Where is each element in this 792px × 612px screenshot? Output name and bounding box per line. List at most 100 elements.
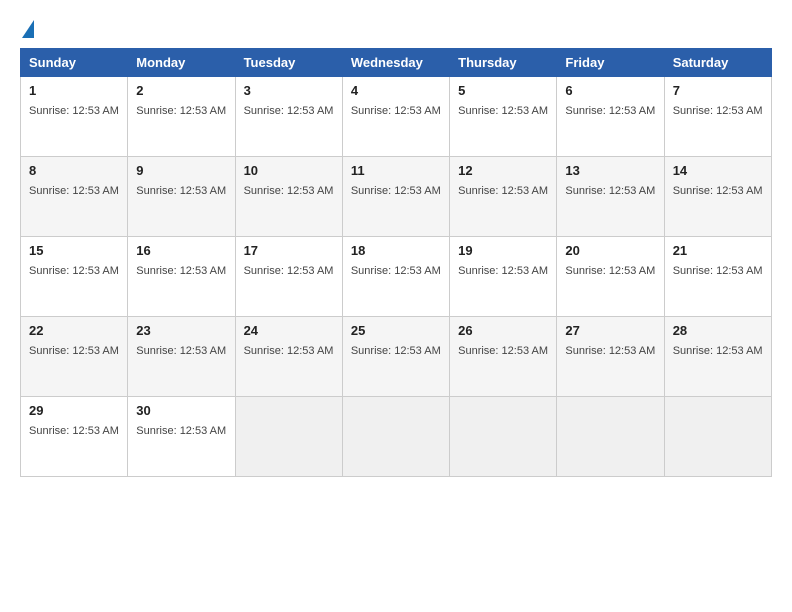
calendar-cell: 8 Sunrise: 12:53 AM	[21, 157, 128, 237]
calendar-cell: 18 Sunrise: 12:53 AM	[342, 237, 449, 317]
calendar-cell: 25 Sunrise: 12:53 AM	[342, 317, 449, 397]
day-sunrise: Sunrise: 12:53 AM	[29, 265, 119, 277]
day-sunrise: Sunrise: 12:53 AM	[136, 345, 226, 357]
calendar-cell	[450, 397, 557, 477]
day-sunrise: Sunrise: 12:53 AM	[458, 345, 548, 357]
calendar-cell: 22Sunrise: 12:53 AM	[21, 317, 128, 397]
logo	[20, 20, 34, 38]
day-number: 21	[673, 243, 763, 258]
logo-icon	[22, 20, 34, 38]
day-header-wednesday: Wednesday	[342, 49, 449, 77]
calendar-cell: 27 Sunrise: 12:53 AM	[557, 317, 664, 397]
calendar-cell	[557, 397, 664, 477]
calendar-cell: 1 Sunrise: 12:53 AM	[21, 77, 128, 157]
day-sunrise: Sunrise: 12:53 AM	[136, 425, 226, 437]
calendar-cell: 26 Sunrise: 12:53 AM	[450, 317, 557, 397]
week-row-3: 15Sunrise: 12:53 AM16Sunrise: 12:53 AM17…	[21, 237, 772, 317]
week-row-2: 8 Sunrise: 12:53 AM 9 Sunrise: 12:53 AM 10 Su…	[21, 157, 772, 237]
calendar-cell: 12 Sunrise: 12:53 AM	[450, 157, 557, 237]
day-number: 8	[29, 163, 119, 178]
day-number: 2	[136, 83, 226, 98]
day-number: 11	[351, 163, 441, 178]
day-number: 24	[244, 323, 334, 338]
day-sunrise: Sunrise: 12:53 AM	[673, 265, 763, 277]
day-number: 15	[29, 243, 119, 258]
day-number: 10	[244, 163, 334, 178]
calendar-cell: 24 Sunrise: 12:53 AM	[235, 317, 342, 397]
day-sunrise: Sunrise: 12:53 AM	[458, 185, 548, 197]
day-number: 4	[351, 83, 441, 98]
day-sunrise: Sunrise: 12:53 AM	[244, 265, 334, 277]
day-sunrise: Sunrise: 12:53 AM	[136, 185, 226, 197]
calendar-table: SundayMondayTuesdayWednesdayThursdayFrid…	[20, 48, 772, 477]
day-header-sunday: Sunday	[21, 49, 128, 77]
day-sunrise: Sunrise: 12:53 AM	[565, 345, 655, 357]
day-sunrise: Sunrise: 12:53 AM	[351, 265, 441, 277]
day-sunrise: Sunrise: 12:53 AM	[351, 105, 441, 117]
day-number: 14	[673, 163, 763, 178]
calendar-cell: 16 Sunrise: 12:53 AM	[128, 237, 235, 317]
day-number: 27	[565, 323, 655, 338]
calendar-cell: 5 Sunrise: 12:53 AM	[450, 77, 557, 157]
calendar-cell: 23 Sunrise: 12:53 AM	[128, 317, 235, 397]
day-number: 13	[565, 163, 655, 178]
header-row: SundayMondayTuesdayWednesdayThursdayFrid…	[21, 49, 772, 77]
day-header-friday: Friday	[557, 49, 664, 77]
day-sunrise: Sunrise: 12:53 AM	[458, 265, 548, 277]
day-header-monday: Monday	[128, 49, 235, 77]
calendar-cell	[342, 397, 449, 477]
day-header-saturday: Saturday	[664, 49, 771, 77]
day-sunrise: Sunrise: 12:53 AM	[565, 185, 655, 197]
calendar-cell	[664, 397, 771, 477]
day-sunrise: Sunrise: 12:53 AM	[244, 185, 334, 197]
day-sunrise: Sunrise: 12:53 AM	[351, 185, 441, 197]
header	[20, 20, 772, 38]
day-sunrise: Sunrise: 12:53 AM	[565, 265, 655, 277]
day-number: 12	[458, 163, 548, 178]
day-number: 5	[458, 83, 548, 98]
day-sunrise: Sunrise: 12:53 AM	[673, 345, 763, 357]
calendar-cell: 28 Sunrise: 12:53 AM	[664, 317, 771, 397]
day-header-thursday: Thursday	[450, 49, 557, 77]
day-header-tuesday: Tuesday	[235, 49, 342, 77]
day-number: 28	[673, 323, 763, 338]
day-number: 20	[565, 243, 655, 258]
day-sunrise: Sunrise: 12:53 AM	[29, 105, 119, 117]
day-number: 6	[565, 83, 655, 98]
day-number: 1	[29, 83, 119, 98]
calendar-cell: 6 Sunrise: 12:53 AM	[557, 77, 664, 157]
day-sunrise: Sunrise: 12:53 AM	[673, 185, 763, 197]
day-sunrise: Sunrise: 12:53 AM	[351, 345, 441, 357]
calendar-cell: 4 Sunrise: 12:53 AM	[342, 77, 449, 157]
calendar-cell: 15 Sunrise: 12:53 AM	[21, 237, 128, 317]
day-sunrise: Sunrise: 12:53 AM	[244, 345, 334, 357]
day-number: 9	[136, 163, 226, 178]
calendar-cell: 17 Sunrise: 12:53 AM	[235, 237, 342, 317]
day-number: 3	[244, 83, 334, 98]
day-number: 22	[29, 323, 119, 338]
calendar-cell: 14 Sunrise: 12:53 AM	[664, 157, 771, 237]
day-number: 18	[351, 243, 441, 258]
week-row-1: 1 Sunrise: 12:53 AM 2 Sunrise: 12:53 AM 3 Sun…	[21, 77, 772, 157]
calendar-cell: 7Sunrise: 12:53 AM	[664, 77, 771, 157]
calendar-cell: 2 Sunrise: 12:53 AM	[128, 77, 235, 157]
week-row-4: 22Sunrise: 12:53 AM23Sunrise: 12:53 AM24…	[21, 317, 772, 397]
day-number: 26	[458, 323, 548, 338]
day-sunrise: Sunrise: 12:53 AM	[136, 105, 226, 117]
day-number: 25	[351, 323, 441, 338]
day-number: 7	[673, 83, 763, 98]
week-row-5: 29Sunrise: 12:53 AM30Sunrise: 12:53 AM	[21, 397, 772, 477]
day-number: 16	[136, 243, 226, 258]
calendar-cell: 9 Sunrise: 12:53 AM	[128, 157, 235, 237]
calendar-cell: 11 Sunrise: 12:53 AM	[342, 157, 449, 237]
day-sunrise: Sunrise: 12:53 AM	[29, 185, 119, 197]
day-number: 19	[458, 243, 548, 258]
day-sunrise: Sunrise: 12:53 AM	[565, 105, 655, 117]
day-number: 23	[136, 323, 226, 338]
day-number: 30	[136, 403, 226, 418]
calendar-cell: 30 Sunrise: 12:53 AM	[128, 397, 235, 477]
day-number: 17	[244, 243, 334, 258]
calendar-cell: 20 Sunrise: 12:53 AM	[557, 237, 664, 317]
day-sunrise: Sunrise: 12:53 AM	[458, 105, 548, 117]
day-sunrise: Sunrise: 12:53 AM	[136, 265, 226, 277]
